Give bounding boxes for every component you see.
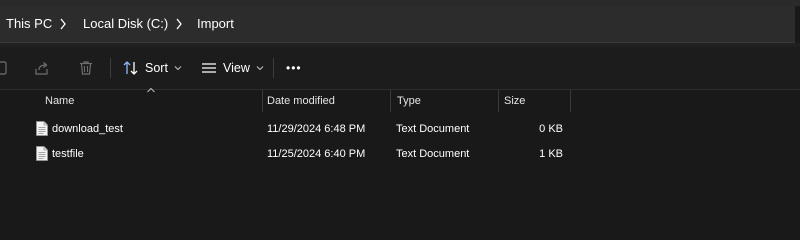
text-document-icon xyxy=(36,121,48,136)
chevron-right-icon[interactable] xyxy=(174,17,184,31)
copy-icon[interactable] xyxy=(0,60,10,76)
chevron-down-icon xyxy=(174,66,182,71)
file-date-modified: 11/25/2024 6:40 PM xyxy=(267,148,366,160)
share-icon[interactable] xyxy=(34,60,50,76)
text-document-icon xyxy=(36,146,48,161)
column-divider[interactable] xyxy=(390,90,391,112)
column-header-type[interactable]: Type xyxy=(397,95,421,107)
column-header-name[interactable]: Name xyxy=(45,95,74,107)
toolbar-separator xyxy=(273,58,274,78)
file-size: 0 KB xyxy=(539,123,563,135)
column-header-date-modified[interactable]: Date modified xyxy=(267,95,335,107)
view-label: View xyxy=(223,61,250,75)
command-bar: Sort View ••• xyxy=(0,47,800,90)
column-header-size[interactable]: Size xyxy=(504,95,525,107)
file-type: Text Document xyxy=(396,123,470,135)
view-icon xyxy=(202,63,216,73)
sort-icon xyxy=(123,61,138,75)
file-list: Name Date modified Type Size download_te… xyxy=(0,87,800,238)
chevron-down-icon xyxy=(256,66,264,71)
file-row[interactable]: download_test 11/29/2024 6:48 PM Text Do… xyxy=(28,118,788,142)
more-options-button[interactable]: ••• xyxy=(286,55,302,81)
sort-ascending-icon xyxy=(147,87,155,93)
file-name: download_test xyxy=(52,123,123,135)
delete-icon[interactable] xyxy=(78,60,94,76)
file-date-modified: 11/29/2024 6:48 PM xyxy=(267,123,366,135)
address-bar[interactable]: This PC Local Disk (C:) Import xyxy=(0,6,795,43)
sort-button[interactable]: Sort xyxy=(122,55,183,81)
column-header-row: Name Date modified Type Size xyxy=(0,87,800,112)
chevron-right-icon[interactable] xyxy=(58,17,68,31)
column-divider[interactable] xyxy=(498,90,499,112)
file-size: 1 KB xyxy=(539,148,563,160)
view-button[interactable]: View xyxy=(201,55,265,81)
breadcrumb-this-pc[interactable]: This PC xyxy=(6,16,52,31)
file-type: Text Document xyxy=(396,148,470,160)
column-divider[interactable] xyxy=(262,90,263,112)
sort-label: Sort xyxy=(145,61,168,75)
column-divider[interactable] xyxy=(570,90,571,112)
file-explorer-window: This PC Local Disk (C:) Import Sort View… xyxy=(0,0,800,238)
toolbar-separator xyxy=(110,58,111,78)
breadcrumb-local-disk[interactable]: Local Disk (C:) xyxy=(83,16,168,31)
breadcrumb-import[interactable]: Import xyxy=(197,16,234,31)
file-name: testfile xyxy=(52,148,84,160)
file-row[interactable]: testfile 11/25/2024 6:40 PM Text Documen… xyxy=(28,143,788,167)
